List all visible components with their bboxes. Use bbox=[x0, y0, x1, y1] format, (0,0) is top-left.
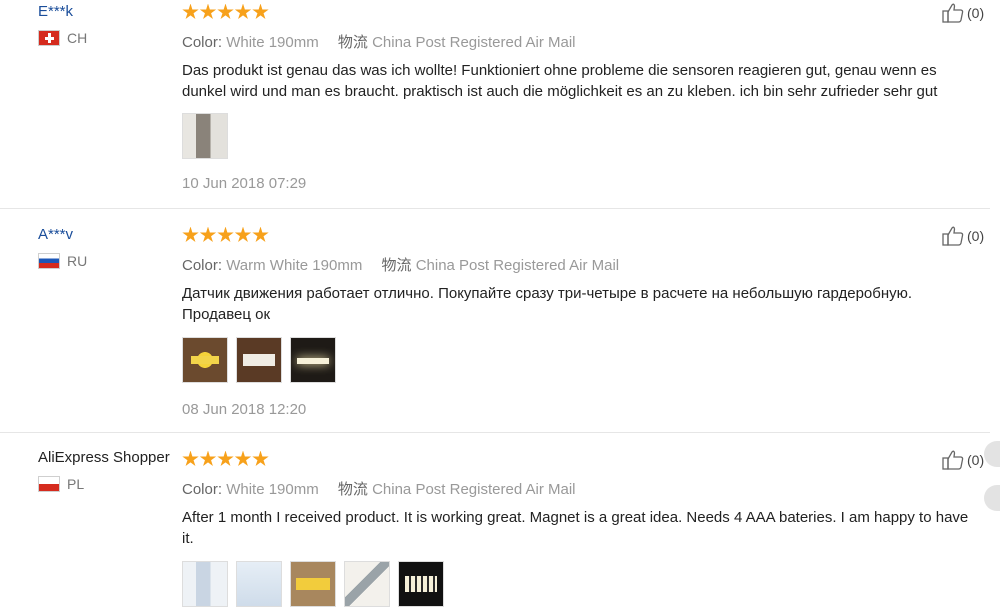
reviewer-country: PL bbox=[38, 476, 178, 492]
helpful-count: (0) bbox=[967, 228, 985, 244]
reviewer-info: AliExpress Shopper PL bbox=[38, 449, 178, 492]
reviewer-info: E***k CH bbox=[38, 3, 178, 46]
order-meta: Color: White 190mm 物流 China Post Registe… bbox=[182, 478, 982, 499]
review-photos bbox=[182, 337, 982, 383]
star-icon bbox=[234, 3, 252, 19]
logistics-label: 物流 bbox=[381, 257, 412, 274]
star-icon bbox=[199, 3, 217, 19]
country-code: PL bbox=[67, 476, 85, 492]
color-label: Color: bbox=[182, 257, 223, 274]
review-text: Датчик движения работает отлично. Покупа… bbox=[182, 285, 913, 323]
star-icon bbox=[252, 3, 269, 19]
review-photo-thumbnail[interactable] bbox=[290, 337, 336, 383]
star-icon bbox=[252, 450, 269, 466]
logistics-value: China Post Registered Air Mail bbox=[372, 34, 576, 51]
review-photos bbox=[182, 561, 982, 607]
color-value: Warm White 190mm bbox=[226, 257, 363, 274]
review-content: Color: White 190mm 物流 China Post Registe… bbox=[182, 2, 982, 192]
review-item: A***v RU Color: Warm White 190mm 物流 Chin… bbox=[0, 209, 990, 433]
helpful-button[interactable]: (0) bbox=[942, 226, 990, 246]
poland-flag-icon bbox=[38, 476, 60, 492]
star-icon bbox=[182, 3, 199, 19]
russia-flag-icon bbox=[38, 253, 60, 269]
review-photo-thumbnail[interactable] bbox=[182, 113, 228, 159]
color-value: White 190mm bbox=[226, 481, 319, 498]
country-code: CH bbox=[67, 30, 88, 46]
star-icon bbox=[217, 226, 234, 242]
thumbs-up-icon bbox=[942, 450, 964, 470]
review-photo-thumbnail[interactable] bbox=[182, 561, 228, 607]
review-photos bbox=[182, 113, 982, 159]
star-icon bbox=[234, 450, 252, 466]
star-icon bbox=[252, 226, 269, 242]
logistics-label: 物流 bbox=[337, 481, 368, 498]
thumbs-up-icon bbox=[942, 3, 964, 23]
star-icon bbox=[234, 226, 252, 242]
switzerland-flag-icon bbox=[38, 30, 60, 46]
star-rating bbox=[182, 2, 982, 22]
logistics-label: 物流 bbox=[337, 34, 368, 51]
star-icon bbox=[217, 3, 234, 19]
order-meta: Color: White 190mm 物流 China Post Registe… bbox=[182, 31, 982, 52]
star-icon bbox=[199, 450, 217, 466]
review-item: AliExpress Shopper PL Color: White 190mm… bbox=[0, 433, 990, 608]
color-value: White 190mm bbox=[226, 34, 319, 51]
logistics-value: China Post Registered Air Mail bbox=[372, 481, 576, 498]
star-rating bbox=[182, 225, 982, 245]
review-photo-thumbnail[interactable] bbox=[182, 337, 228, 383]
country-code: RU bbox=[67, 253, 88, 269]
order-meta: Color: Warm White 190mm 物流 China Post Re… bbox=[182, 254, 982, 275]
helpful-button[interactable]: (0) bbox=[942, 3, 990, 23]
review-photo-thumbnail[interactable] bbox=[236, 337, 282, 383]
reviewer-name: E***k bbox=[38, 3, 74, 20]
review-text: Das produkt ist genau das was ich wollte… bbox=[182, 62, 938, 100]
star-icon bbox=[217, 450, 234, 466]
star-icon bbox=[182, 226, 199, 242]
star-icon bbox=[182, 450, 199, 466]
review-content: Color: White 190mm 物流 China Post Registe… bbox=[182, 449, 982, 607]
logistics-value: China Post Registered Air Mail bbox=[415, 257, 620, 274]
helpful-count: (0) bbox=[967, 5, 985, 21]
star-rating bbox=[182, 449, 982, 469]
helpful-count: (0) bbox=[967, 452, 985, 468]
star-icon bbox=[199, 226, 217, 242]
review-content: Color: Warm White 190mm 物流 China Post Re… bbox=[182, 225, 982, 418]
reviewer-info: A***v RU bbox=[38, 226, 178, 269]
review-photo-thumbnail[interactable] bbox=[290, 561, 336, 607]
color-label: Color: bbox=[182, 34, 223, 51]
review-photo-thumbnail[interactable] bbox=[236, 561, 282, 607]
reviewer-country: RU bbox=[38, 253, 178, 269]
reviewer-country: CH bbox=[38, 30, 178, 46]
reviewer-name: AliExpress Shopper bbox=[38, 449, 170, 466]
review-date: 08 Jun 2018 12:20 bbox=[182, 401, 307, 418]
thumbs-up-icon bbox=[942, 226, 964, 246]
color-label: Color: bbox=[182, 481, 223, 498]
review-photo-thumbnail[interactable] bbox=[344, 561, 390, 607]
review-item: E***k CH Color: White 190mm 物流 China Pos… bbox=[0, 0, 990, 209]
helpful-button[interactable]: (0) bbox=[942, 450, 990, 470]
review-photo-thumbnail[interactable] bbox=[398, 561, 444, 607]
review-text: After 1 month I received product. It is … bbox=[182, 509, 969, 547]
reviewer-name: A***v bbox=[38, 226, 74, 243]
review-date: 10 Jun 2018 07:29 bbox=[182, 175, 307, 192]
